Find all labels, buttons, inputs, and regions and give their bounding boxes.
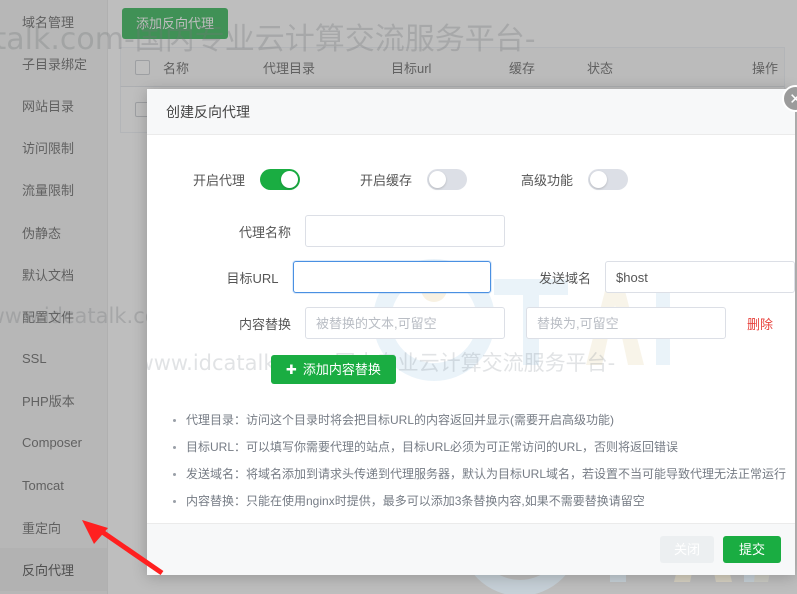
field-label-proxy-name: 代理名称 [238, 224, 291, 240]
dialog-title: 创建反向代理 [166, 103, 250, 120]
proxy-name-input[interactable] [305, 215, 505, 247]
sidebar-item-subdir[interactable]: 子目录绑定 [0, 42, 107, 84]
target-url-input[interactable] [292, 261, 491, 293]
sidebar-item-tomcat[interactable]: Tomcat [0, 464, 107, 506]
close-button[interactable]: 关闭 [659, 536, 714, 563]
send-domain-input[interactable] [605, 261, 795, 293]
list-item: 发送域名：将域名添加到请求头传递到代理服务器，默认为目标URL域名，若设置不当可… [173, 468, 795, 480]
add-reverse-proxy-button[interactable]: 添加反向代理 [122, 8, 229, 39]
select-all-checkbox-cell [121, 59, 163, 75]
toggle-label-enable-cache: 开启缓存 [360, 172, 413, 188]
sidebar-item-label: 子目录绑定 [22, 56, 88, 72]
column-header-status: 状态 [587, 60, 614, 76]
tip-text: 目标URL：可以填写你需要代理的站点，目标URL必须为可正常访问的URL，否则将… [186, 440, 679, 454]
toggle-label-enable-proxy: 开启代理 [193, 172, 246, 188]
sidebar-item-label: 默认文档 [22, 267, 75, 283]
sidebar-item-composer[interactable]: Composer [0, 422, 107, 464]
field-row-target-url: 目标URL 发送域名 [147, 261, 795, 293]
submit-button[interactable]: 提交 [722, 536, 781, 563]
sidebar-item-sitedir[interactable]: 网站目录 [0, 84, 107, 126]
sidebar-item-label: 网站目录 [22, 98, 75, 114]
bullet-icon [173, 473, 176, 476]
column-header-name: 名称 [163, 60, 190, 76]
sidebar-item-label: 访问限制 [22, 141, 75, 157]
toggle-knob [429, 170, 447, 188]
column-header-target-url: 目标url [391, 60, 432, 76]
sidebar-item-label: Tomcat [22, 477, 64, 493]
sidebar-item-domain[interactable]: 域名管理 [0, 0, 107, 42]
toggle-knob [590, 170, 608, 188]
toggle-group-enable-proxy: 开启代理 [193, 168, 301, 190]
column-header-proxy-dir: 代理目录 [263, 60, 316, 76]
toggle-row: 开启代理 开启缓存 高级功能 [147, 157, 795, 201]
plus-icon: ✚ [286, 362, 297, 377]
content-replace-from-input[interactable] [305, 307, 505, 339]
toggle-knob [281, 170, 299, 188]
proxy-form: 开启代理 开启缓存 高级功能 代理名称 目标URL 发送域名 $host 内容替… [147, 157, 795, 384]
sidebar-item-label: 重定向 [22, 520, 62, 536]
bullet-icon [173, 446, 176, 449]
toggle-label-advanced: 高级功能 [521, 172, 574, 188]
field-label-target-url: 目标URL [226, 270, 279, 286]
tip-text: 代理目录：访问这个目录时将会把目标URL的内容返回并显示(需要开启高级功能) [186, 413, 615, 427]
sidebar-item-label: 反向代理 [22, 563, 75, 579]
sidebar-item-anti-leech[interactable]: 防盗链 [0, 591, 107, 594]
list-item: 内容替换：只能在使用nginx时提供，最多可以添加3条替换内容,如果不需要替换请… [173, 495, 795, 507]
create-reverse-proxy-dialog: 创建反向代理 -www.idcatalk.com-国内专业云计算交流服务平台- [147, 89, 795, 575]
sidebar-item-config-file[interactable]: 配置文件 [0, 295, 107, 337]
sidebar-item-rewrite[interactable]: 伪静态 [0, 211, 107, 253]
dialog-footer: 关闭 提交 [147, 523, 795, 575]
sidebar-item-label: 流量限制 [22, 183, 75, 199]
dialog-body: -www.idcatalk.com-国内专业云计算交流服务平台- 开启代理 开启… [147, 135, 795, 523]
toggle-enable-proxy[interactable] [260, 168, 301, 190]
toolbar: 添加反向代理 [108, 0, 797, 47]
sidebar-item-label: 伪静态 [22, 225, 62, 241]
sidebar: 域名管理 子目录绑定 网站目录 访问限制 流量限制 伪静态 默认文档 配置文件 … [0, 0, 108, 594]
field-label-send-domain: 发送域名 [538, 270, 591, 286]
dialog-header: 创建反向代理 [147, 89, 795, 135]
toggle-group-advanced: 高级功能 [521, 168, 629, 190]
sidebar-item-label: SSL [22, 351, 47, 367]
tip-text: 内容替换：只能在使用nginx时提供，最多可以添加3条替换内容,如果不需要替换请… [186, 494, 645, 508]
sidebar-item-php-version[interactable]: PHP版本 [0, 380, 107, 422]
field-row-content-replace: 内容替换 删除 [147, 307, 795, 339]
field-row-proxy-name: 代理名称 [147, 215, 795, 247]
sidebar-item-label: Composer [22, 435, 82, 451]
sidebar-item-reverse-proxy[interactable]: 反向代理 [0, 548, 107, 591]
help-tips-list: 代理目录：访问这个目录时将会把目标URL的内容返回并显示(需要开启高级功能) 目… [147, 414, 795, 507]
toggle-advanced-features[interactable] [588, 168, 629, 190]
field-label-content-replace: 内容替换 [238, 316, 291, 332]
sidebar-item-label: PHP版本 [22, 394, 75, 410]
bullet-icon [173, 500, 176, 503]
toggle-group-enable-cache: 开启缓存 [360, 168, 468, 190]
column-header-actions: 操作 [751, 60, 778, 76]
app-window: 域名管理 子目录绑定 网站目录 访问限制 流量限制 伪静态 默认文档 配置文件 … [0, 0, 797, 594]
toggle-enable-cache[interactable] [427, 168, 468, 190]
sidebar-item-label: 配置文件 [22, 309, 75, 325]
delete-replace-link[interactable]: 删除 [747, 314, 773, 333]
sidebar-item-traffic-limit[interactable]: 流量限制 [0, 169, 107, 211]
select-all-checkbox[interactable] [134, 59, 150, 75]
sidebar-item-ssl[interactable]: SSL [0, 338, 107, 380]
sidebar-item-access-limit[interactable]: 访问限制 [0, 127, 107, 169]
sidebar-item-redirect[interactable]: 重定向 [0, 506, 107, 548]
add-replace-row: ✚ 添加内容替换 [147, 355, 795, 384]
list-item: 代理目录：访问这个目录时将会把目标URL的内容返回并显示(需要开启高级功能) [173, 414, 795, 426]
sidebar-item-label: 域名管理 [22, 14, 75, 30]
column-header-cache: 缓存 [509, 60, 536, 76]
bullet-icon [173, 419, 176, 422]
tip-text: 发送域名：将域名添加到请求头传递到代理服务器，默认为目标URL域名，若设置不当可… [186, 467, 787, 481]
list-item: 目标URL：可以填写你需要代理的站点，目标URL必须为可正常访问的URL，否则将… [173, 441, 795, 453]
add-content-replace-button[interactable]: ✚ 添加内容替换 [271, 355, 396, 384]
sidebar-item-default-doc[interactable]: 默认文档 [0, 253, 107, 295]
table-header-row: 名称 代理目录 目标url 缓存 状态 操作 [120, 47, 785, 87]
content-replace-to-input[interactable] [526, 307, 726, 339]
add-content-replace-label: 添加内容替换 [302, 362, 381, 377]
